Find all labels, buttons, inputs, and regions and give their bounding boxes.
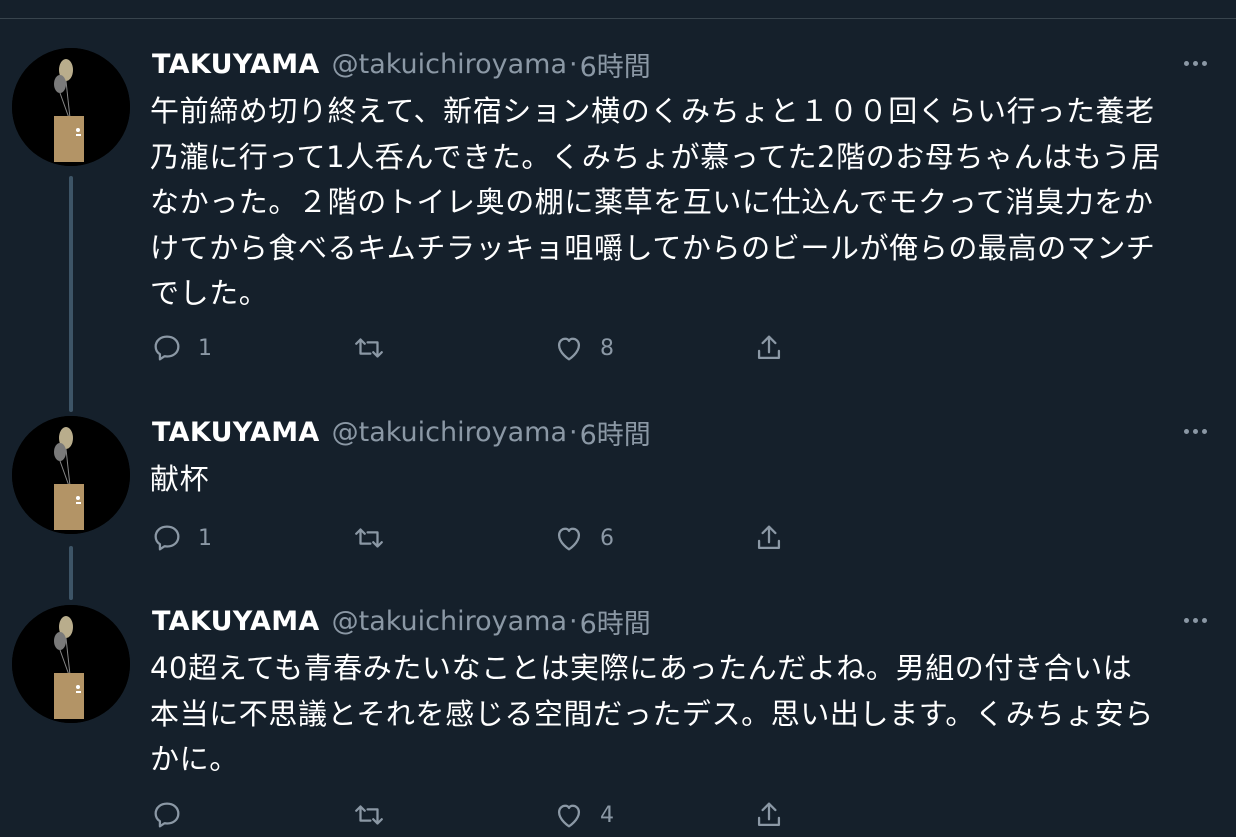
top-divider [0, 18, 1236, 19]
reply-icon [154, 525, 180, 551]
share-icon [757, 335, 781, 360]
retweet-button[interactable] [352, 328, 400, 368]
tweet-actions: 1 6 [0, 518, 1236, 558]
share-button[interactable] [752, 518, 786, 558]
retweet-icon [355, 528, 383, 548]
timestamp[interactable]: 6時間 [580, 413, 651, 452]
tweet[interactable]: TAKUYAMA @takuichiroyama · 6時間 40超えても青春み… [0, 601, 1236, 837]
reply-button[interactable]: 1 [150, 328, 212, 368]
like-icon [557, 337, 581, 361]
display-name[interactable]: TAKUYAMA [152, 49, 320, 80]
tweet-actions: 4 [0, 795, 1236, 835]
tweet-actions: 1 8 [0, 328, 1236, 368]
share-button[interactable] [752, 328, 786, 368]
retweet-icon [355, 338, 383, 358]
share-button[interactable] [752, 795, 786, 835]
separator: · [569, 416, 578, 448]
like-icon [557, 527, 581, 551]
tweet-header: TAKUYAMA @takuichiroyama · 6時間 [152, 601, 651, 641]
avatar-image [12, 416, 130, 534]
like-button[interactable]: 8 [552, 328, 614, 368]
share-icon [757, 802, 781, 827]
like-count: 4 [600, 802, 614, 828]
tweet-text: 献杯 [150, 462, 210, 496]
display-name[interactable]: TAKUYAMA [152, 417, 320, 448]
like-icon [557, 804, 581, 828]
tweet-text: 午前締め切り終えて、新宿ション横のくみちょと１００回くらい行った養老 乃瀧に行っ… [150, 94, 1161, 310]
tweet[interactable]: TAKUYAMA @takuichiroyama · 6時間 献杯 1 6 [0, 412, 1236, 562]
like-button[interactable]: 6 [552, 518, 614, 558]
like-count: 8 [600, 335, 614, 361]
like-count: 6 [600, 525, 614, 551]
reply-button[interactable] [150, 795, 198, 835]
user-handle[interactable]: @takuichiroyama [332, 417, 567, 448]
avatar[interactable] [12, 605, 130, 723]
retweet-button[interactable] [352, 795, 400, 835]
user-handle[interactable]: @takuichiroyama [332, 49, 567, 80]
tweet-header: TAKUYAMA @takuichiroyama · 6時間 [152, 412, 651, 452]
tweet-text: 40超えても青春みたいなことは実際にあったんだよね。男組の付き合いは 本当に不思… [150, 651, 1154, 776]
timestamp[interactable]: 6時間 [580, 45, 651, 84]
more-icon[interactable] [1180, 416, 1210, 446]
avatar[interactable] [12, 416, 130, 534]
reply-button[interactable]: 1 [150, 518, 212, 558]
avatar-image [12, 48, 130, 166]
more-icon[interactable] [1180, 48, 1210, 78]
separator: · [569, 605, 578, 637]
tweet-header: TAKUYAMA @takuichiroyama · 6時間 [152, 44, 651, 84]
reply-icon [154, 802, 180, 828]
user-handle[interactable]: @takuichiroyama [332, 606, 567, 637]
share-icon [757, 525, 781, 550]
tweet[interactable]: TAKUYAMA @takuichiroyama · 6時間 午前締め切り終えて… [0, 44, 1236, 384]
reply-icon [154, 335, 180, 361]
more-icon[interactable] [1180, 605, 1210, 635]
avatar-image [12, 605, 130, 723]
reply-count: 1 [198, 335, 212, 361]
avatar[interactable] [12, 48, 130, 166]
display-name[interactable]: TAKUYAMA [152, 606, 320, 637]
separator: · [569, 48, 578, 80]
retweet-icon [355, 805, 383, 825]
reply-count: 1 [198, 525, 212, 551]
like-button[interactable]: 4 [552, 795, 614, 835]
retweet-button[interactable] [352, 518, 400, 558]
timestamp[interactable]: 6時間 [580, 602, 651, 641]
